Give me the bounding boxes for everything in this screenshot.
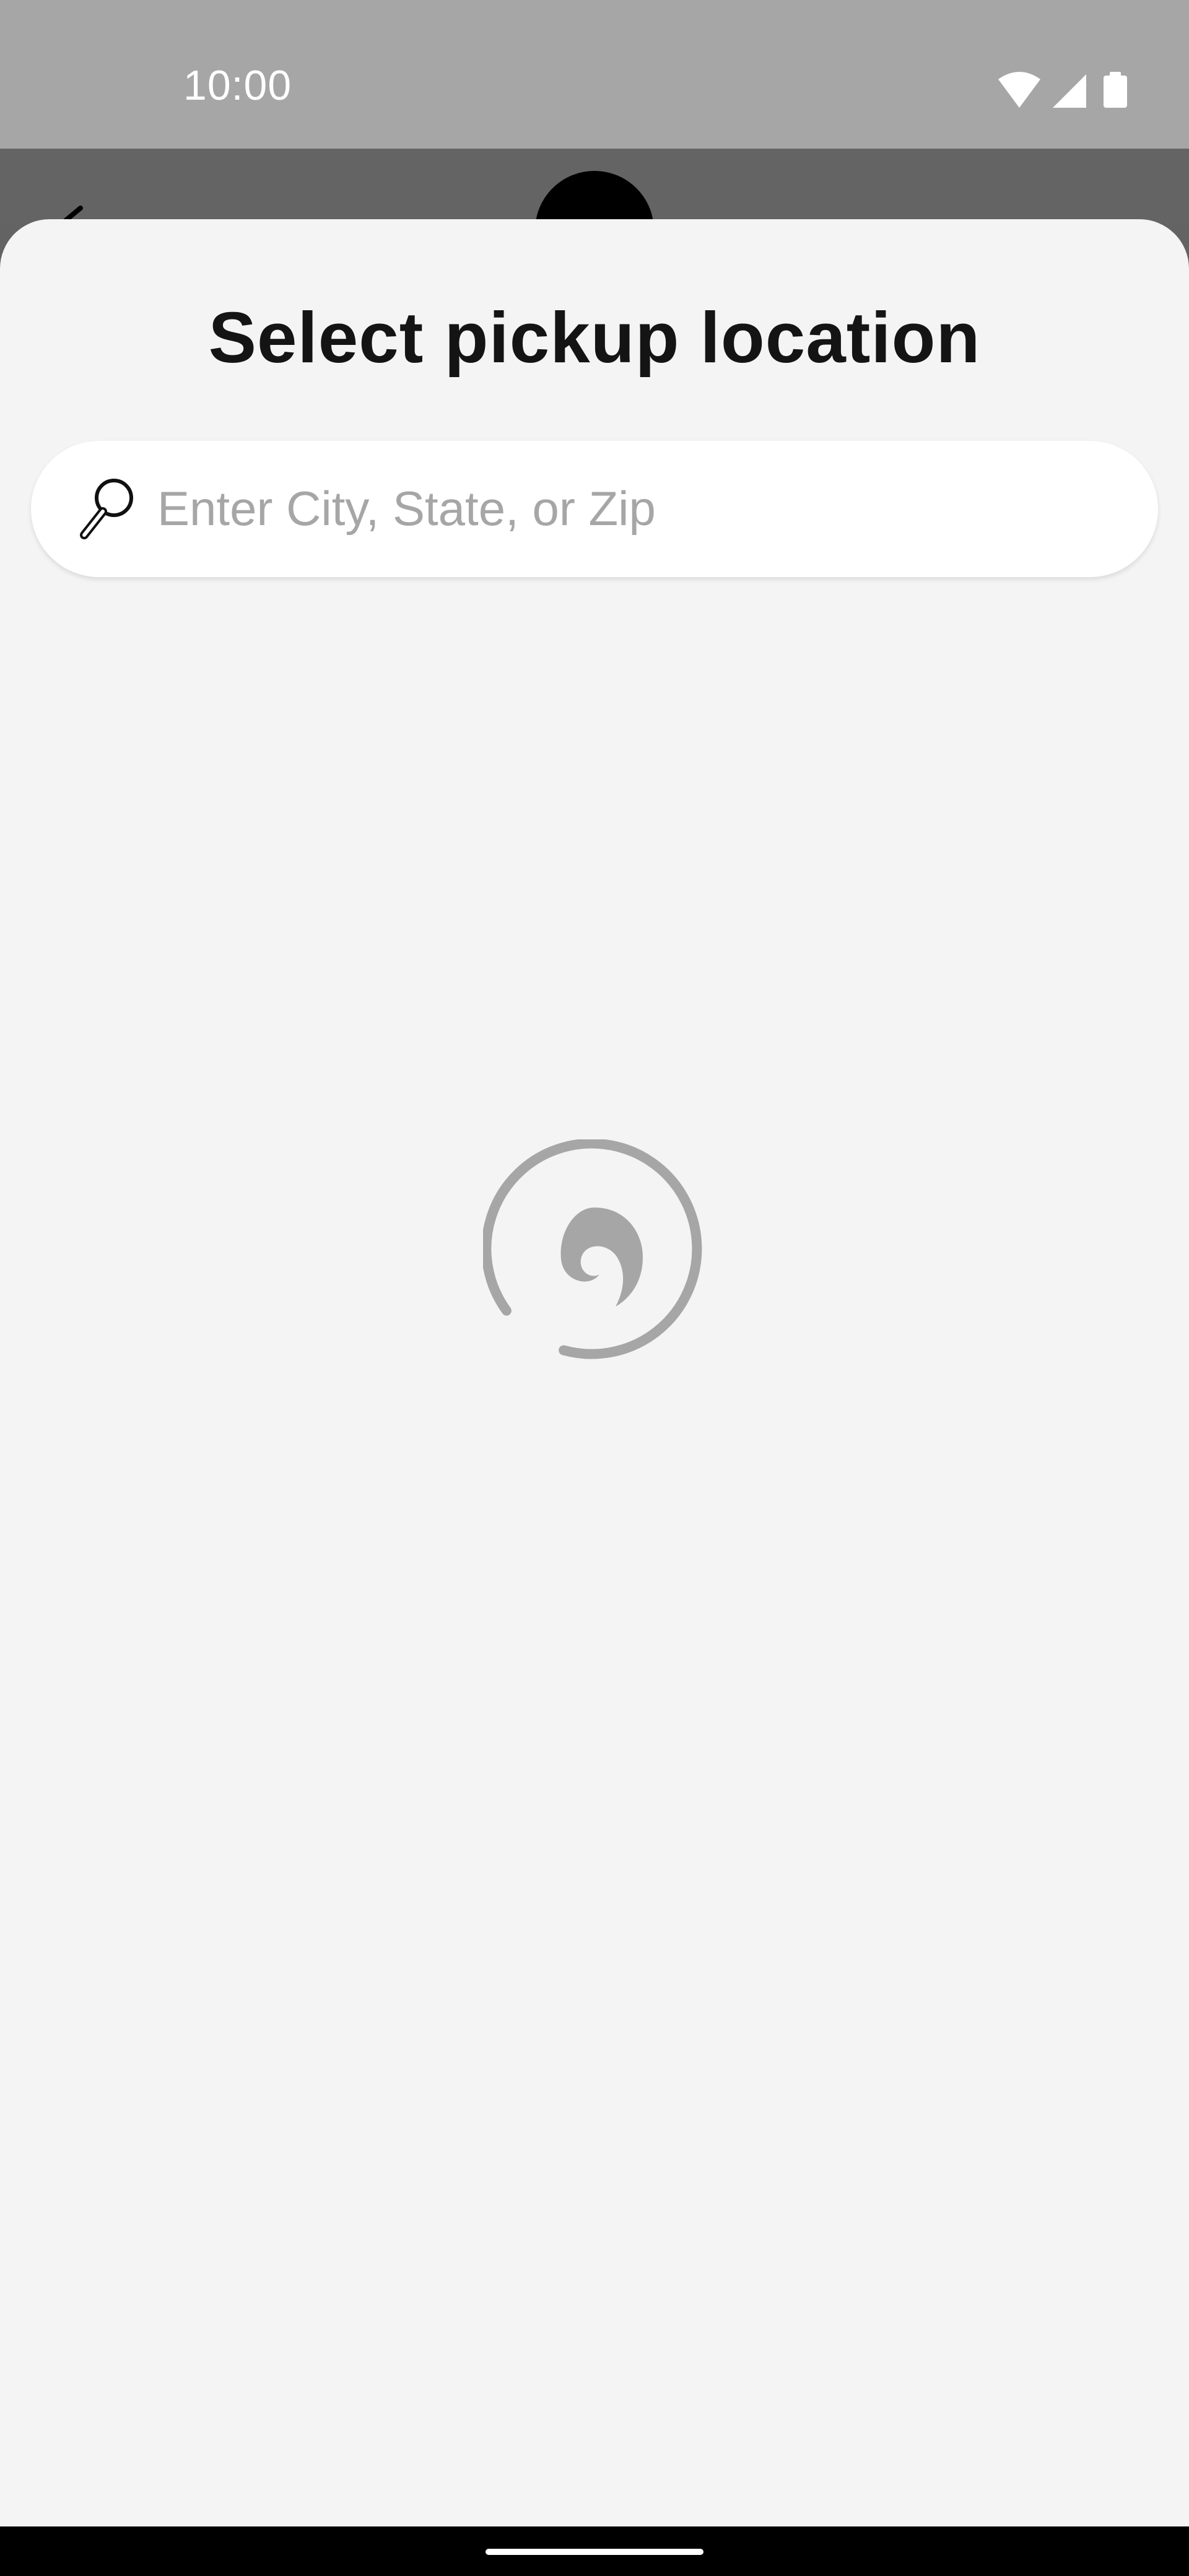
location-bottom-sheet: Select pickup location xyxy=(0,219,1189,2526)
home-indicator[interactable] xyxy=(486,2549,703,2555)
navigation-bar xyxy=(0,2526,1189,2576)
battery-icon xyxy=(1104,72,1127,108)
loading-spinner-icon xyxy=(483,1139,702,1359)
search-icon xyxy=(80,479,133,539)
status-icons xyxy=(998,72,1127,108)
status-time: 10:00 xyxy=(183,62,292,109)
sheet-title: Select pickup location xyxy=(208,297,981,378)
status-bar: 10:00 xyxy=(0,0,1189,149)
app-screen: 10:00 Select pickup location xyxy=(0,0,1189,2576)
wifi-icon xyxy=(998,72,1040,108)
location-search-input[interactable] xyxy=(157,468,1123,549)
cellular-signal-icon xyxy=(1053,74,1086,108)
